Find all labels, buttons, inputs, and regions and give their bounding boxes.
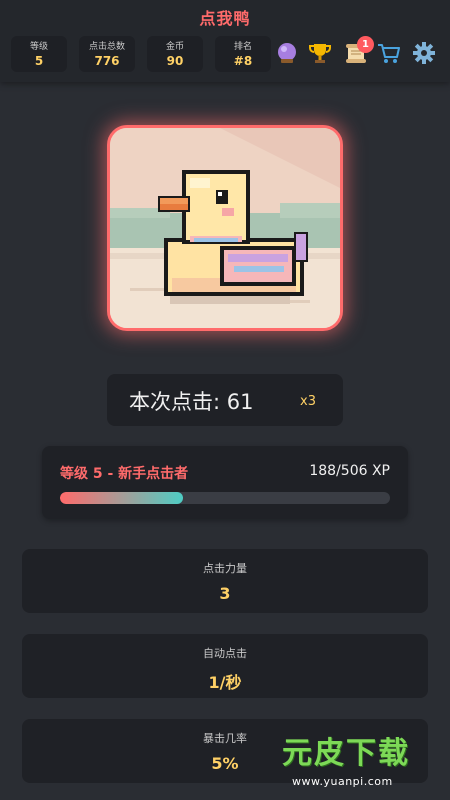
top-bar: 点我鸭 等级 5 点击总数 776 金币 90 排名 #8 1	[0, 0, 450, 82]
xp-progress-fill	[60, 492, 183, 504]
stat-coins-label: 金币	[165, 42, 184, 52]
stat-coins: 金币 90	[147, 36, 203, 72]
upgrade-auto-click-value: 1/秒	[208, 673, 242, 692]
upgrade-click-power-label: 点击力量	[203, 562, 247, 575]
gear-icon[interactable]	[411, 40, 437, 66]
stat-rank: 排名 #8	[215, 36, 271, 72]
click-counter: 本次点击: 61 x3	[107, 374, 343, 426]
site-watermark: 元皮下载 www.yuanpi.com	[268, 728, 450, 800]
stat-total-clicks: 点击总数 776	[79, 36, 135, 72]
app-title: 点我鸭	[199, 9, 251, 28]
watermark-logo: 元皮下载	[282, 736, 410, 771]
stat-total-clicks-label: 点击总数	[88, 42, 125, 52]
level-panel: 等级 5 - 新手点击者 188/506 XP	[42, 446, 408, 519]
level-title: 等级 5 - 新手点击者	[60, 466, 189, 482]
crystal-ball-icon[interactable]	[274, 40, 300, 66]
cart-icon[interactable]	[376, 40, 402, 66]
pixel-duck-icon	[110, 128, 340, 328]
upgrade-click-power[interactable]: 点击力量 3	[22, 549, 428, 613]
notification-badge: 1	[357, 36, 374, 53]
watermark-url: www.yuanpi.com	[292, 775, 393, 788]
stat-level-value: 5	[34, 54, 44, 68]
stat-rank-label: 排名	[233, 42, 252, 52]
stat-level: 等级 5	[11, 36, 67, 72]
xp-progress-bar	[60, 492, 390, 504]
upgrade-click-power-value: 3	[219, 584, 231, 603]
stat-rank-value: #8	[233, 54, 253, 68]
stat-total-clicks-value: 776	[94, 54, 120, 68]
click-count-label: 本次点击: 61	[129, 390, 254, 414]
trophy-icon[interactable]	[307, 40, 333, 66]
click-multiplier: x3	[300, 394, 316, 409]
upgrade-auto-click[interactable]: 自动点击 1/秒	[22, 634, 428, 698]
upgrade-auto-click-label: 自动点击	[203, 647, 247, 660]
duck-click-target[interactable]	[107, 125, 343, 331]
xp-readout: 188/506 XP	[309, 463, 390, 479]
stat-coins-value: 90	[166, 54, 184, 68]
stat-level-label: 等级	[29, 42, 48, 52]
